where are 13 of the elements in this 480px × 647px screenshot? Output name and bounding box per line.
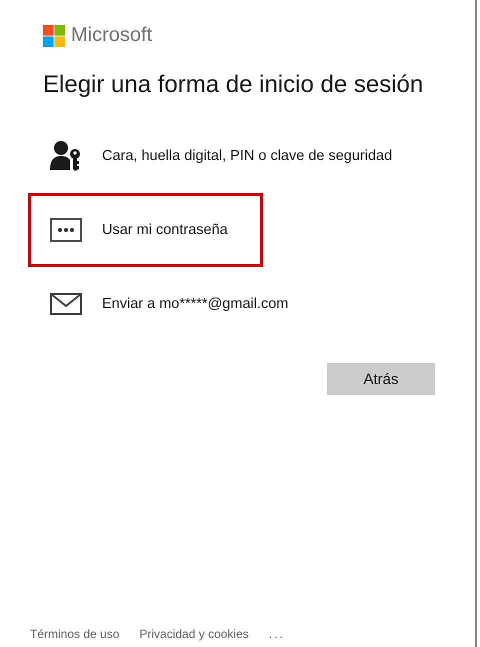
back-button[interactable]: Atrás [327,363,435,395]
password-icon [50,218,82,242]
page-title: Elegir una forma de inicio de sesión [43,71,424,99]
mail-icon [50,293,82,315]
sign-in-option[interactable]: Enviar a mo*****@gmail.com [28,267,292,341]
person-key-icon [50,140,82,172]
brand-name: Microsoft [71,24,152,47]
sign-in-option[interactable]: Cara, huella digital, PIN o clave de seguridad [28,119,396,193]
footer-link[interactable]: Términos de uso [30,627,120,641]
sign-in-option[interactable]: Usar mi contraseña [28,193,263,267]
logo-icon [43,24,65,46]
footer-link[interactable]: Privacidad y cookies [139,627,249,641]
more-button[interactable]: ... [268,627,285,641]
